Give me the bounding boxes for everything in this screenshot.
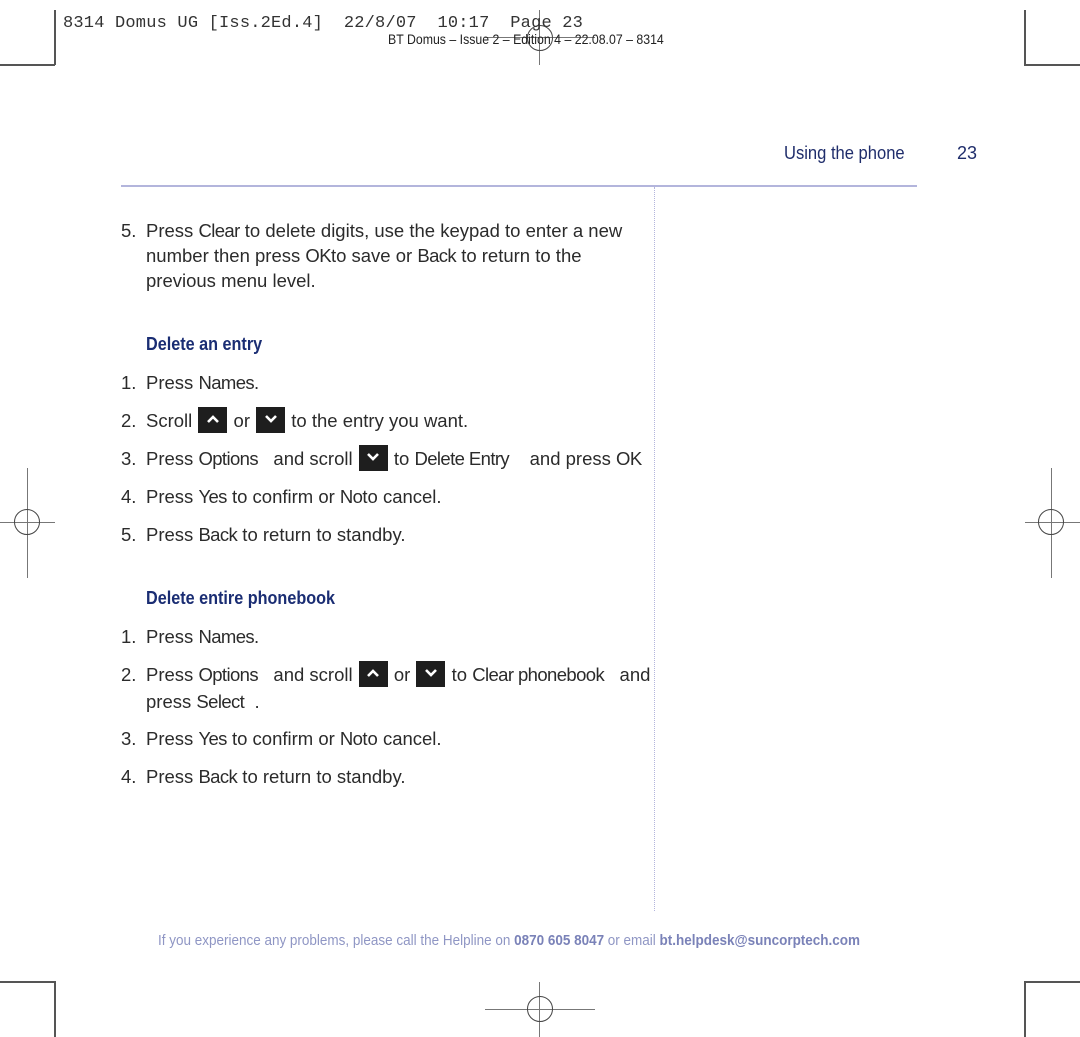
step-number: 3. bbox=[121, 448, 137, 469]
keyword-no: No bbox=[339, 728, 363, 749]
keyword-clear: Clear bbox=[198, 220, 240, 241]
page-number: 23 bbox=[957, 143, 978, 163]
keyword-yes: Yes bbox=[198, 486, 227, 507]
step-number: 4. bbox=[121, 766, 137, 787]
step-text: Press bbox=[146, 524, 199, 545]
keyword-back: Back bbox=[198, 524, 238, 545]
scroll-up-key-icon bbox=[358, 661, 388, 688]
step-text: to cancel. bbox=[362, 728, 442, 749]
step-text: or bbox=[388, 664, 416, 685]
keyword-ok: OK bbox=[305, 245, 331, 266]
keyword-ok: OK bbox=[616, 448, 642, 469]
step-number: 5. bbox=[121, 220, 137, 241]
list-item: 1. Press Names. bbox=[121, 624, 259, 649]
step-text: to bbox=[446, 664, 473, 685]
list-item: 1. Press Names. bbox=[121, 370, 259, 395]
list-item: 2. Scroll or to the entry you want. bbox=[121, 407, 469, 435]
intro-step: 5. Press Clear to delete digits, use the… bbox=[121, 218, 622, 293]
keyword-delete-entry: Delete Entry bbox=[414, 448, 510, 469]
keyword-yes: Yes bbox=[198, 728, 227, 749]
section-heading-delete-phonebook: Delete entire phonebook bbox=[146, 588, 336, 608]
scroll-up-key-icon bbox=[198, 407, 228, 434]
step-text: to return to standby. bbox=[237, 524, 406, 545]
step-text: and scroll bbox=[258, 664, 358, 685]
keyword-back: Back bbox=[198, 766, 238, 787]
step-text: to return to standby. bbox=[237, 766, 406, 787]
step-text: number then press bbox=[146, 245, 306, 266]
list-item: 5. Press Back to return to standby. bbox=[121, 522, 405, 547]
list-item: 4. Press Back to return to standby. bbox=[121, 764, 405, 789]
step-text: Press bbox=[146, 766, 199, 787]
keyword-clear-phonebook: Clear phonebook bbox=[472, 664, 605, 685]
step-number: 1. bbox=[121, 372, 137, 393]
list-item: 4. Press Yes to confirm or Noto cancel. bbox=[121, 484, 442, 509]
section-heading-delete-entry: Delete an entry bbox=[146, 334, 263, 354]
step-text: to return to the bbox=[456, 245, 582, 266]
step-text: and bbox=[604, 664, 651, 685]
step-text: Press bbox=[146, 220, 199, 241]
footer-text: or email bbox=[604, 933, 660, 949]
step-number: 1. bbox=[121, 626, 137, 647]
keyword-names: Names bbox=[198, 372, 255, 393]
step-text: Press bbox=[146, 372, 199, 393]
step-text: to cancel. bbox=[362, 486, 442, 507]
keyword-options: Options bbox=[198, 448, 258, 469]
footer-text: If you experience any problems, please c… bbox=[158, 933, 515, 949]
keyword-no: No bbox=[339, 486, 363, 507]
list-item: 2. Press Options and scroll or to Clear p… bbox=[121, 661, 651, 714]
step-text: and press bbox=[509, 448, 617, 469]
edition-slug: BT Domus – Issue 2 – Edition 4 – 22.08.0… bbox=[388, 31, 664, 47]
step-text: to confirm or bbox=[226, 728, 340, 749]
step-text: to save or bbox=[330, 245, 418, 266]
step-number: 2. bbox=[121, 664, 137, 685]
step-text: to confirm or bbox=[226, 486, 340, 507]
step-text: to delete digits, use the keypad to ente… bbox=[239, 220, 623, 241]
step-number: 2. bbox=[121, 410, 137, 431]
section-title: Using the phone bbox=[784, 143, 905, 163]
step-text: . bbox=[254, 372, 259, 393]
step-number: 5. bbox=[121, 524, 137, 545]
keyword-select: Select bbox=[196, 691, 245, 713]
step-text: or bbox=[228, 410, 256, 431]
step-text: . bbox=[244, 691, 260, 713]
helpline-phone: 0870 605 8047 bbox=[514, 933, 605, 949]
header-rule bbox=[121, 185, 917, 187]
keyword-names: Names bbox=[198, 626, 255, 647]
step-text: to the entry you want. bbox=[286, 410, 469, 431]
step-text: and scroll bbox=[258, 448, 358, 469]
step-text: previous menu level. bbox=[146, 270, 316, 291]
list-item: 3. Press Options and scroll to Delete Ent… bbox=[121, 445, 642, 473]
list-item: 3. Press Yes to confirm or Noto cancel. bbox=[121, 726, 442, 751]
step-text: press bbox=[146, 691, 197, 713]
step-text: Scroll bbox=[146, 410, 198, 431]
keyword-back: Back bbox=[417, 245, 457, 266]
step-text: to bbox=[388, 448, 415, 469]
step-text: Press bbox=[146, 448, 199, 469]
step-text: Press bbox=[146, 626, 199, 647]
scroll-down-key-icon bbox=[416, 661, 446, 688]
step-number: 4. bbox=[121, 486, 137, 507]
step-number: 3. bbox=[121, 728, 137, 749]
helpline-footer: If you experience any problems, please c… bbox=[158, 933, 860, 949]
scroll-down-key-icon bbox=[358, 445, 388, 472]
helpdesk-email: bt.helpdesk@suncorptech.com bbox=[659, 933, 861, 949]
keyword-options: Options bbox=[198, 664, 258, 685]
step-text: . bbox=[254, 626, 259, 647]
scroll-down-key-icon bbox=[256, 407, 286, 434]
column-divider bbox=[654, 187, 655, 911]
step-text: Press bbox=[146, 486, 199, 507]
step-text: Press bbox=[146, 728, 199, 749]
step-text: Press bbox=[146, 664, 199, 685]
